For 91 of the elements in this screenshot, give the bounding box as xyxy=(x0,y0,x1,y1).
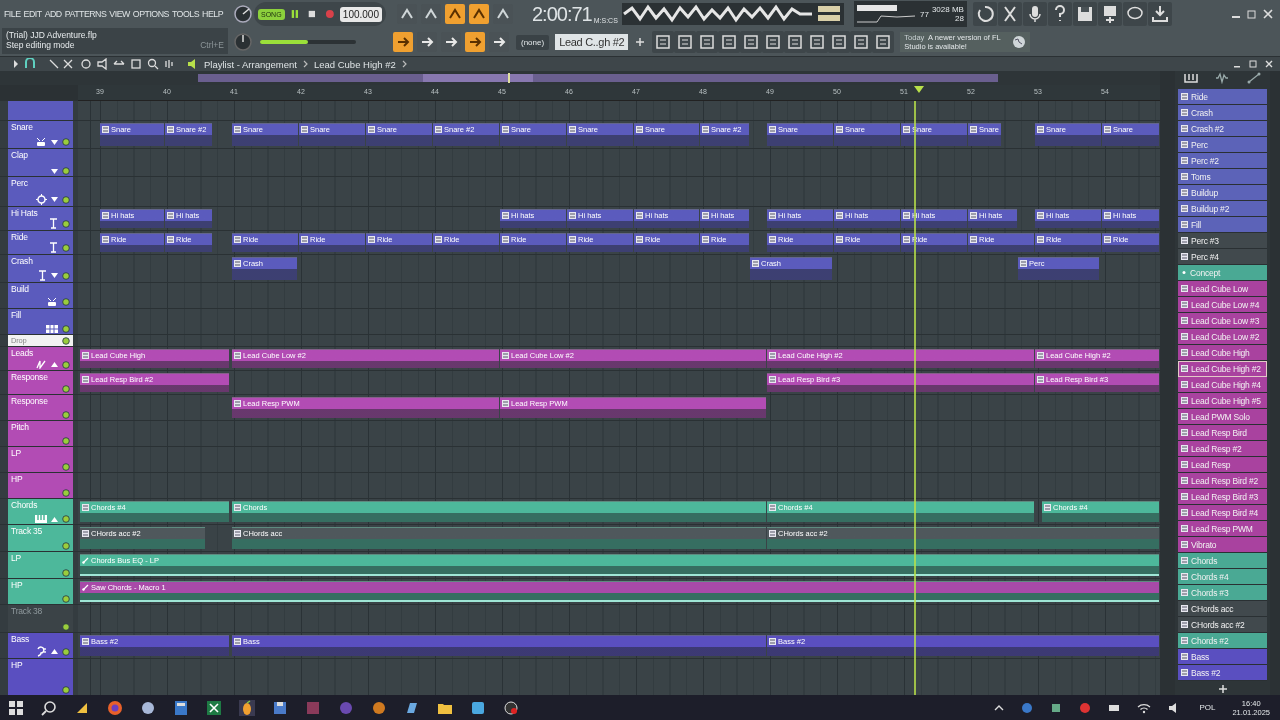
track-name: Track 35 xyxy=(11,526,44,536)
track-name: Ride xyxy=(11,232,29,242)
track-header[interactable]: Ride xyxy=(8,231,73,254)
pattern-list-item[interactable]: Vibrato xyxy=(1178,537,1267,553)
pattern-list-item[interactable]: Lead Cube High xyxy=(1178,345,1267,361)
track-header[interactable]: Snare xyxy=(8,121,73,148)
pattern-list-item[interactable]: Lead Resp Bird #2 xyxy=(1178,473,1267,489)
pattern-selector[interactable]: Lead C..gh #2 xyxy=(555,34,629,50)
pattern-list-item[interactable]: Perc #3 xyxy=(1178,233,1267,249)
pattern-list-item[interactable]: Bass #2 xyxy=(1178,665,1267,681)
pattern-list-item[interactable]: Buildup #2 xyxy=(1178,201,1267,217)
pattern-list-item[interactable]: Lead Resp PWM xyxy=(1178,521,1267,537)
track-header[interactable]: Build xyxy=(8,283,73,308)
track-name: Perc xyxy=(11,178,29,188)
pattern-list-item[interactable]: Lead Cube High #2 xyxy=(1178,361,1267,377)
track-header[interactable]: Clap xyxy=(8,149,73,176)
track-name: Crash xyxy=(11,256,34,266)
pattern-list-item[interactable]: Lead PWM Solo xyxy=(1178,409,1267,425)
pattern-list-item[interactable]: Toms xyxy=(1178,169,1267,185)
track-header[interactable]: Track 38 xyxy=(8,605,73,632)
pattern-list-item[interactable]: Lead Cube High #4 xyxy=(1178,377,1267,393)
track-name: HP xyxy=(11,580,24,590)
menu-item[interactable]: HELP xyxy=(202,9,224,19)
pattern-list-item[interactable]: Perc xyxy=(1178,137,1267,153)
track-header[interactable]: Crash xyxy=(8,255,73,282)
pattern-list-item[interactable]: Lead Cube Low #3 xyxy=(1178,313,1267,329)
pattern-list-item[interactable]: Ride xyxy=(1178,89,1267,105)
pattern-list-item[interactable]: Crash xyxy=(1178,105,1267,121)
track-name: LP xyxy=(11,553,22,563)
menu-item[interactable]: VIEW xyxy=(109,9,130,19)
snap-dropdown[interactable]: (none) xyxy=(516,34,550,50)
hint-text: Step editing mode xyxy=(6,40,75,50)
time-readout[interactable]: 2:00:71 xyxy=(532,2,592,26)
pattern-list-item[interactable]: Perc #2 xyxy=(1178,153,1267,169)
pattern-list-item[interactable]: Lead Cube Low #2 xyxy=(1178,329,1267,345)
pattern-list-item[interactable]: Fill xyxy=(1178,217,1267,233)
track-name: Bass xyxy=(11,634,31,644)
menu-item[interactable]: EDIT xyxy=(23,9,42,19)
track-name: Pitch xyxy=(11,422,30,432)
shortcut-label: Ctrl+E xyxy=(200,40,224,50)
track-header[interactable]: HP xyxy=(8,473,73,498)
track-name: LP xyxy=(11,448,22,458)
track-name: Fill xyxy=(11,310,23,320)
menu-item[interactable]: PATTERNS xyxy=(64,9,107,19)
track-name: Track 38 xyxy=(11,606,44,616)
pattern-list-item[interactable]: Lead Resp xyxy=(1178,457,1267,473)
language-indicator[interactable]: POL xyxy=(1199,703,1216,712)
track-name: Response xyxy=(11,372,49,382)
pattern-list-item[interactable]: Lead Cube Low #4 xyxy=(1178,297,1267,313)
track-header[interactable]: Pitch xyxy=(8,421,73,446)
pattern-list-item[interactable]: Lead Resp Bird #3 xyxy=(1178,489,1267,505)
track-header[interactable]: HP xyxy=(8,659,73,695)
pattern-list-item[interactable]: Crash #2 xyxy=(1178,121,1267,137)
polyphony-readout: 28 xyxy=(955,14,964,23)
memory-readout: 3028 MB xyxy=(931,5,964,14)
window-title: Playlist - Arrangement xyxy=(204,58,297,70)
pattern-list-item[interactable]: Lead Resp #2 xyxy=(1178,441,1267,457)
track-header[interactable]: Response xyxy=(8,395,73,420)
pattern-list-item[interactable]: CHords acc xyxy=(1178,601,1267,617)
menu-item[interactable]: FILE xyxy=(4,9,21,19)
pattern-list-item[interactable]: Lead Cube High #5 xyxy=(1178,393,1267,409)
track-header[interactable]: Fill xyxy=(8,309,73,334)
track-header[interactable]: Perc xyxy=(8,177,73,206)
pattern-list-item[interactable]: Lead Resp Bird xyxy=(1178,425,1267,441)
pattern-list-item[interactable]: Buildup xyxy=(1178,185,1267,201)
pattern-list-item[interactable]: Lead Cube Low xyxy=(1178,281,1267,297)
track-header[interactable]: LP xyxy=(8,447,73,472)
track-header[interactable]: Hi Hats xyxy=(8,207,73,230)
track-name: HP xyxy=(11,660,24,670)
track-header[interactable]: Response xyxy=(8,371,73,394)
track-name: Clap xyxy=(11,150,29,160)
pattern-list-item[interactable]: Perc #4 xyxy=(1178,249,1267,265)
tempo-field[interactable]: 100.000 xyxy=(339,6,382,22)
pattern-list-item[interactable]: Bass xyxy=(1178,649,1267,665)
track-header[interactable]: Bass xyxy=(8,633,73,658)
track-name: HP xyxy=(11,474,24,484)
track-name: Response xyxy=(11,396,49,406)
track-name: Build xyxy=(11,284,30,294)
track-name: Leads xyxy=(11,348,35,358)
menu-item[interactable]: ADD xyxy=(44,9,62,19)
menu-item[interactable]: OPTIONS xyxy=(132,9,169,19)
track-name: Hi Hats xyxy=(11,208,39,218)
track-header[interactable]: Leads xyxy=(8,347,73,370)
menu-item[interactable]: TOOLS xyxy=(171,9,200,19)
cpu-readout: 77 xyxy=(920,9,929,19)
track-name: Chords xyxy=(11,500,39,510)
track-name: Snare xyxy=(11,122,34,132)
pattern-list-item[interactable]: CHords acc #2 xyxy=(1178,617,1267,633)
pattern-name: Lead Cube High #2 xyxy=(313,58,396,70)
pattern-list-item[interactable]: Lead Resp Bird #4 xyxy=(1178,505,1267,521)
hint-title: (Trial) JJD Adventure.flp xyxy=(6,30,98,40)
